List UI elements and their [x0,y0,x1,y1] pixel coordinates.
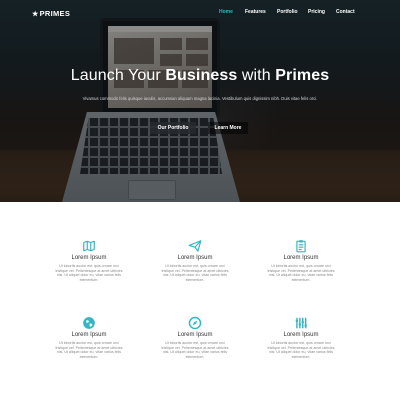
feature-title: Lorem Ipsum [283,332,319,338]
feature-text: Ut lobortis auctor est, quis ornare orci… [55,341,123,359]
feature-title: Lorem Ipsum [71,255,107,261]
feature-card: Lorem Ipsum Ut lobortis auctor est, quis… [256,239,346,282]
globe-icon [83,317,95,329]
feature-title: Lorem Ipsum [283,255,319,261]
feature-card: Lorem Ipsum Ut lobortis auctor est, quis… [44,316,134,359]
paper-plane-icon [188,240,202,252]
clipboard-icon [296,240,306,253]
our-portfolio-button[interactable]: Our Portfolio [150,122,196,134]
compass-icon [188,316,202,330]
feature-title: Lorem Ipsum [177,332,213,338]
feature-card: Lorem Ipsum Ut lobortis auctor est, quis… [256,316,346,359]
feature-card: Lorem Ipsum Ut lobortis auctor est, quis… [150,239,240,282]
hero-title: Launch Your Business with Primes [70,67,330,84]
hero-section: ★ PRIMES Home Features Portfolio Pricing… [0,0,400,202]
nav-contact[interactable]: Contact [336,9,355,15]
feature-title: Lorem Ipsum [177,255,213,261]
feature-card: Lorem Ipsum Ut lobortis auctor est, quis… [150,316,240,359]
feature-text: Ut lobortis auctor est, quis ornare orci… [161,264,229,282]
nav-features[interactable]: Features [245,9,266,15]
nav-pricing[interactable]: Pricing [308,9,325,15]
feature-text: Ut lobortis auctor est, quis ornare orci… [55,264,123,282]
feature-text: Ut lobortis auctor est, quis ornare orci… [161,341,229,359]
feature-text: Ut lobortis auctor est, quis ornare orci… [267,264,335,282]
feature-card: Lorem Ipsum Ut lobortis auctor est, quis… [44,239,134,282]
hero-subtitle: Vivamus commodo felis quisque iaculis, a… [82,96,318,101]
map-icon [83,240,95,252]
main-nav: Home Features Portfolio Pricing Contact [0,9,400,19]
learn-more-button[interactable]: Learn More [208,122,248,134]
nav-home[interactable]: Home [219,9,233,15]
equalizer-icon [295,317,307,329]
feature-title: Lorem Ipsum [71,332,107,338]
feature-text: Ut lobortis auctor est, quis ornare orci… [267,341,335,359]
nav-portfolio[interactable]: Portfolio [277,9,298,15]
